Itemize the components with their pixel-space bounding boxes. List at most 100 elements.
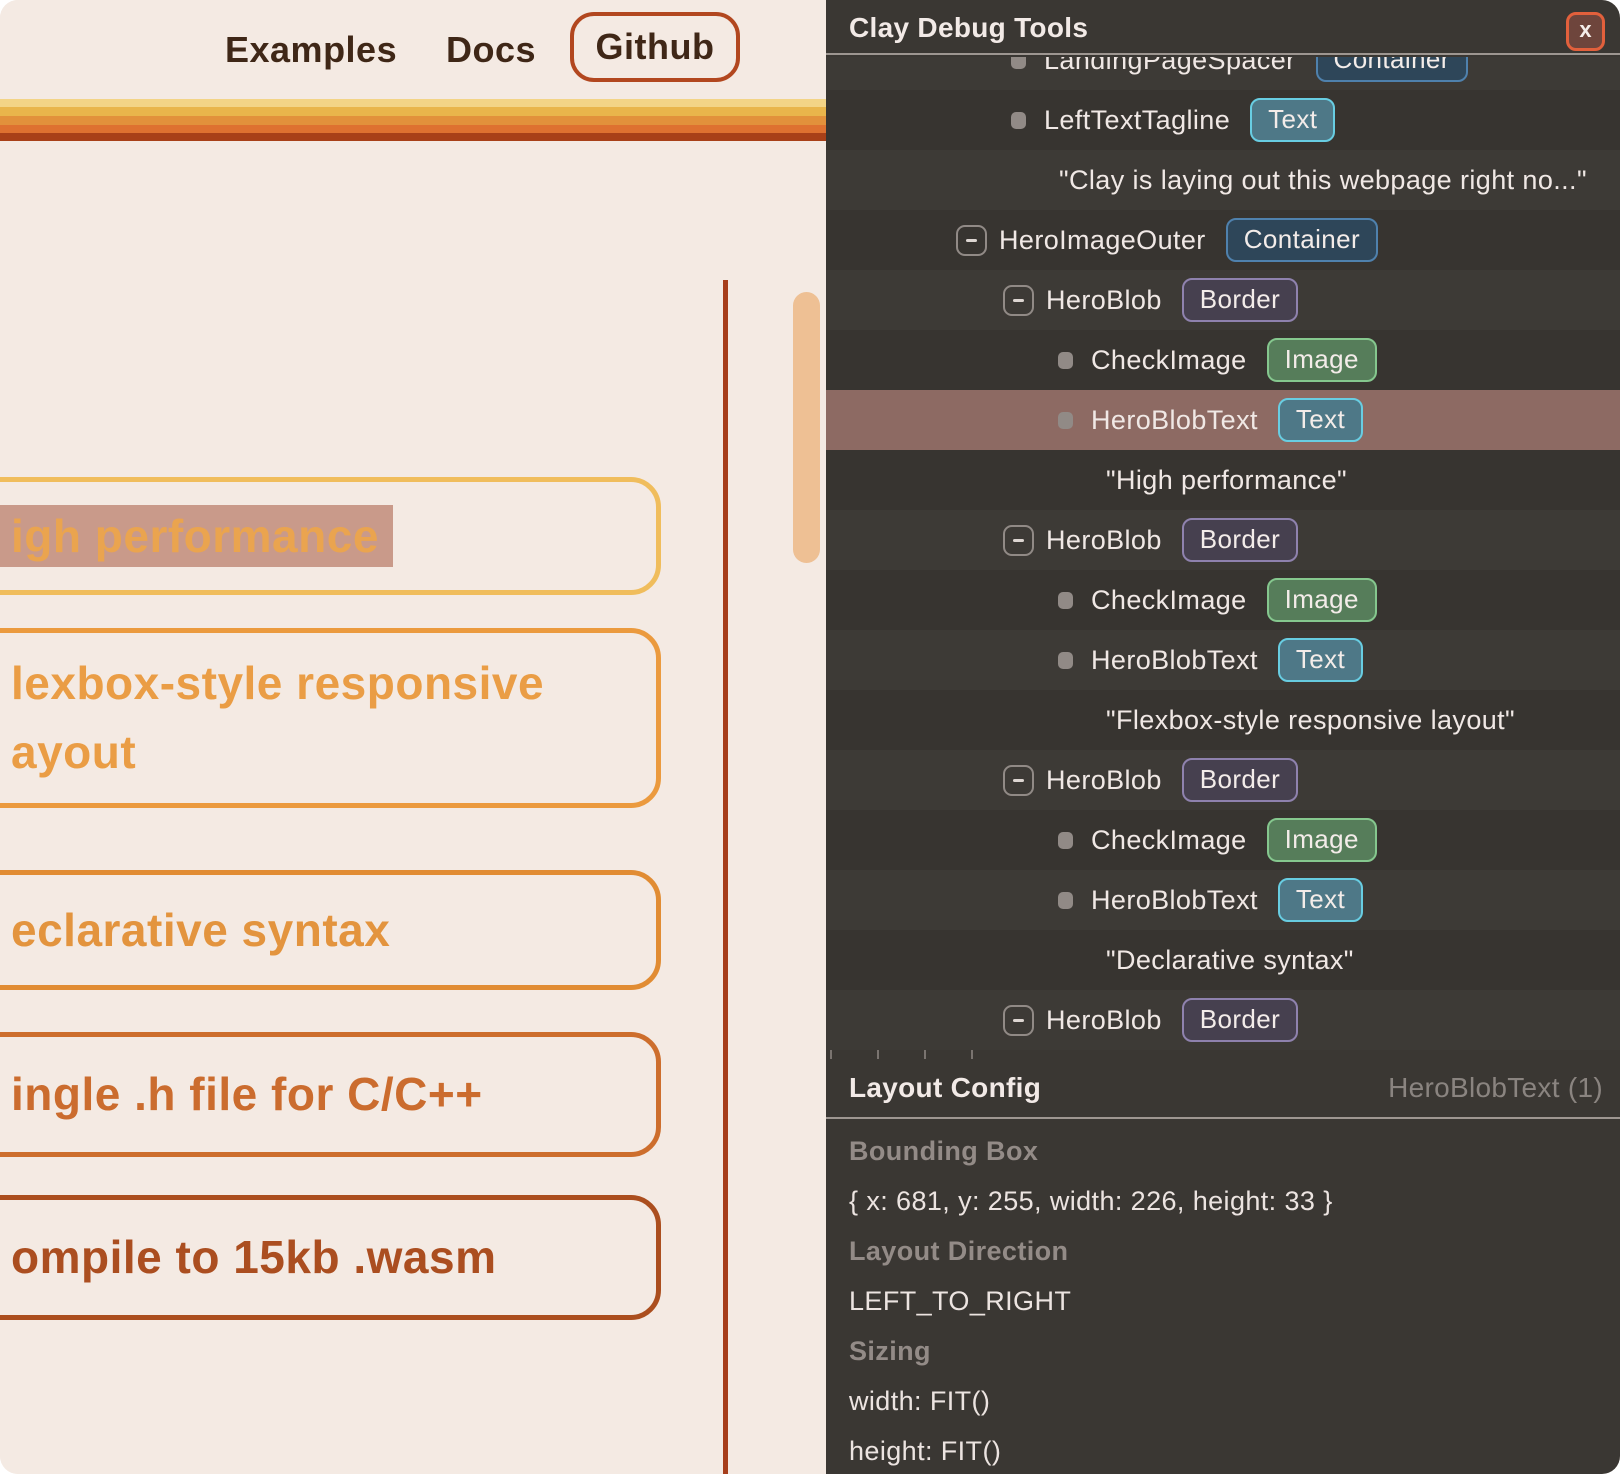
page-scrollbar-thumb[interactable] [793, 292, 820, 563]
layout-config-title: Layout Config [849, 1059, 1041, 1117]
element-tree: LandingPageSpacerContainerLeftTextTaglin… [826, 57, 1620, 1059]
element-type-badge: Border [1182, 518, 1298, 562]
clay-debug-tools-panel: Clay Debug Tools x LandingPageSpacerCont… [826, 0, 1620, 1474]
tree-row-HeroBlob[interactable]: HeroBlob Border [826, 990, 1620, 1050]
layout-config-header: Layout Config HeroBlobText (1) [826, 1059, 1620, 1119]
config-value: width: FIT() [849, 1376, 1600, 1426]
element-type-badge: Container [1226, 218, 1378, 262]
feature-text: ompile to 15kb .wasm [0, 1223, 496, 1292]
leaf-bullet-icon [1058, 832, 1073, 849]
leaf-bullet-icon [1058, 892, 1073, 909]
tree-row-HeroBlob[interactable]: HeroBlob Border [826, 750, 1620, 810]
config-section-label: Layout Direction [849, 1226, 1600, 1276]
element-name: CheckImage [1091, 345, 1247, 376]
leaf-bullet-icon [1058, 652, 1073, 669]
element-name: HeroBlobText [1091, 405, 1258, 436]
element-name: HeroBlob [1046, 1005, 1162, 1036]
config-section-label: Sizing [849, 1326, 1600, 1376]
github-button[interactable]: Github [570, 12, 740, 82]
feature-box: igh performance [0, 477, 661, 595]
clay-website-page: Examples Docs Github igh performance lexb… [0, 0, 826, 1474]
leaf-bullet-icon [1058, 412, 1073, 429]
tree-row-HeroBlob[interactable]: HeroBlob Border [826, 270, 1620, 330]
leaf-bullet-icon [1011, 57, 1026, 69]
element-name: HeroBlobText [1091, 645, 1258, 676]
tree-row-HeroBlobText[interactable]: HeroBlobText Text [826, 870, 1620, 930]
tree-row-text-content[interactable]: "High performance" [826, 450, 1620, 510]
close-button[interactable]: x [1566, 12, 1605, 51]
stripe-band [0, 116, 826, 125]
feature-text: igh performance [0, 502, 393, 571]
tree-row-LeftTextTagline[interactable]: LeftTextTagline Text [826, 90, 1620, 150]
page-content: igh performance lexbox-style responsive a… [0, 140, 826, 1474]
element-type-badge: Border [1182, 278, 1298, 322]
tree-row-text-content[interactable]: "Clay is laying out this webpage right n… [826, 150, 1620, 210]
collapse-button[interactable] [1003, 525, 1034, 556]
config-value: height: FIT() [849, 1426, 1600, 1474]
element-type-badge: Image [1267, 338, 1377, 382]
element-type-badge: Container [1316, 57, 1468, 82]
feature-box: ingle .h file for C/C++ [0, 1032, 661, 1157]
app-window: Examples Docs Github igh performance lexb… [0, 0, 1620, 1474]
element-type-badge: Text [1278, 878, 1363, 922]
feature-box: ompile to 15kb .wasm [0, 1195, 661, 1320]
tree-row-text-content[interactable]: "Declarative syntax" [826, 930, 1620, 990]
text-content-preview: "Flexbox-style responsive layout" [1106, 705, 1515, 736]
selected-text-highlight: igh performance [0, 505, 393, 567]
tree-row-HeroImageOuter[interactable]: HeroImageOuter Container [826, 210, 1620, 270]
debug-panel-header: Clay Debug Tools x [826, 0, 1620, 55]
element-name: HeroBlob [1046, 285, 1162, 316]
element-type-badge: Border [1182, 998, 1298, 1042]
nav-link-docs[interactable]: Docs [446, 0, 536, 99]
leaf-bullet-icon [1011, 112, 1026, 129]
element-type-badge: Border [1182, 758, 1298, 802]
element-name: HeroBlobText [1091, 885, 1258, 916]
tree-row-LandingPageSpacer[interactable]: LandingPageSpacerContainer [826, 57, 1620, 90]
element-type-badge: Image [1267, 578, 1377, 622]
collapse-button[interactable] [1003, 1005, 1034, 1036]
element-type-badge: Text [1278, 638, 1363, 682]
text-content-preview: "High performance" [1106, 465, 1347, 496]
feature-box: lexbox-style responsive ayout [0, 628, 661, 808]
collapse-button[interactable] [1003, 285, 1034, 316]
tree-row-CheckImage[interactable]: CheckImage Image [826, 570, 1620, 630]
nav-link-examples[interactable]: Examples [225, 0, 397, 99]
feature-text: ingle .h file for C/C++ [0, 1060, 483, 1129]
feature-box: eclarative syntax [0, 870, 661, 990]
vertical-divider [723, 280, 728, 1474]
text-content-preview: "Clay is laying out this webpage right n… [1059, 165, 1587, 196]
gradient-stripe [0, 99, 826, 141]
element-name: LeftTextTagline [1044, 105, 1230, 136]
element-type-badge: Text [1250, 98, 1335, 142]
config-value: { x: 681, y: 255, width: 226, height: 33… [849, 1176, 1600, 1226]
stripe-band [0, 125, 826, 133]
leaf-bullet-icon [1058, 352, 1073, 369]
config-value: LEFT_TO_RIGHT [849, 1276, 1600, 1326]
element-type-badge: Text [1278, 398, 1363, 442]
config-section-label: Bounding Box [849, 1126, 1600, 1176]
tree-row-CheckImage[interactable]: CheckImage Image [826, 810, 1620, 870]
collapse-button[interactable] [956, 225, 987, 256]
selected-element-label: HeroBlobText (1) [1388, 1059, 1603, 1117]
collapse-button[interactable] [1003, 765, 1034, 796]
feature-text: eclarative syntax [0, 896, 390, 965]
tree-row-CheckImage[interactable]: CheckImage Image [826, 330, 1620, 390]
stripe-band [0, 99, 826, 107]
feature-text: lexbox-style responsive ayout [0, 649, 595, 787]
element-name: HeroImageOuter [999, 225, 1206, 256]
debug-panel-title: Clay Debug Tools [849, 0, 1088, 55]
tree-row-HeroBlob[interactable]: HeroBlob Border [826, 510, 1620, 570]
element-name: CheckImage [1091, 825, 1247, 856]
element-name: HeroBlob [1046, 765, 1162, 796]
tree-row-text-content[interactable]: "Flexbox-style responsive layout" [826, 690, 1620, 750]
tree-row-HeroBlobText[interactable]: HeroBlobText Text [826, 630, 1620, 690]
text-content-preview: "Declarative syntax" [1106, 945, 1354, 976]
top-nav: Examples Docs Github [0, 0, 826, 99]
element-type-badge: Image [1267, 818, 1377, 862]
element-name: HeroBlob [1046, 525, 1162, 556]
stripe-band [0, 107, 826, 116]
layout-config-details: Bounding Box{ x: 681, y: 255, width: 226… [849, 1126, 1600, 1474]
tree-row-HeroBlobText[interactable]: HeroBlobText Text [826, 390, 1620, 450]
element-name: CheckImage [1091, 585, 1247, 616]
leaf-bullet-icon [1058, 592, 1073, 609]
